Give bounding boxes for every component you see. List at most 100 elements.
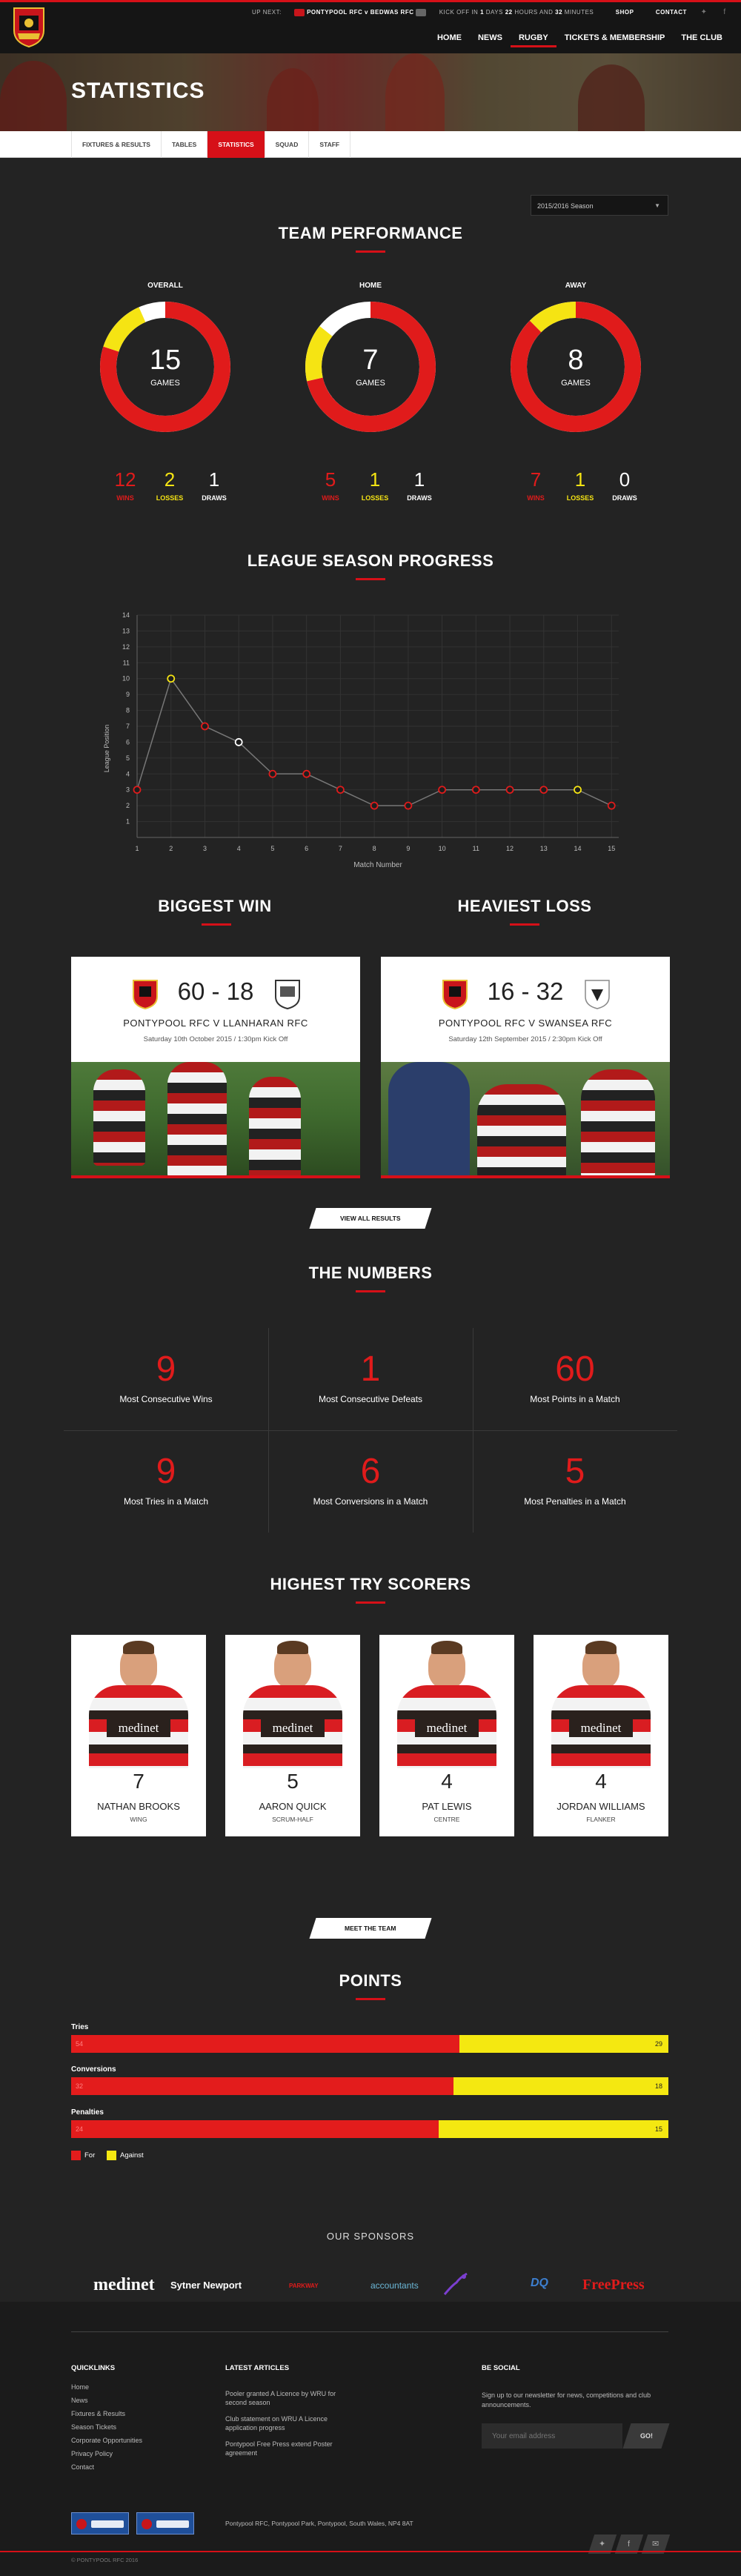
newsletter-go-button[interactable]: GO! bbox=[622, 2423, 670, 2449]
wru-badge-2 bbox=[136, 2512, 194, 2534]
draws-stat: 1 DRAWS bbox=[193, 468, 235, 502]
donut-label: OVERALL bbox=[147, 282, 183, 290]
data-point[interactable] bbox=[505, 786, 514, 794]
swansea-crest-icon bbox=[585, 980, 610, 1009]
player-position: WING bbox=[130, 1816, 147, 1823]
nav-tickets-membership[interactable]: TICKETS & MEMBERSHIP bbox=[556, 30, 674, 47]
quicklink[interactable]: Fixtures & Results bbox=[71, 2407, 125, 2420]
data-point[interactable] bbox=[201, 722, 209, 731]
try-scorers-title: HIGHEST TRY SCORERS bbox=[270, 1575, 471, 1593]
tab-tables[interactable]: TABLES bbox=[162, 131, 208, 158]
data-point[interactable] bbox=[167, 674, 176, 683]
data-point[interactable] bbox=[471, 786, 480, 794]
quicklink[interactable]: Corporate Opportunities bbox=[71, 2434, 142, 2447]
player-card[interactable]: medinet 4 JORDAN WILLIAMS FLANKER bbox=[534, 1635, 668, 1836]
chevron-down-icon: ▼ bbox=[654, 202, 660, 209]
player-name: PAT LEWIS bbox=[422, 1801, 472, 1812]
sponsor-dq[interactable]: DQ bbox=[531, 2277, 548, 2290]
article-link[interactable]: Club statement on WRU A Licence applicat… bbox=[225, 2414, 344, 2432]
x-tick-label: 2 bbox=[169, 845, 173, 852]
sponsor-accountants[interactable]: accountants bbox=[370, 2280, 419, 2291]
newsletter-text: Sign up to our newsletter for news, comp… bbox=[482, 2391, 651, 2409]
data-point[interactable] bbox=[336, 786, 345, 794]
player-tries: 5 bbox=[287, 1770, 299, 1793]
data-point[interactable] bbox=[370, 801, 379, 810]
season-select[interactable]: 2015/2016 Season ▼ bbox=[531, 195, 668, 216]
sponsor-athlete-logo[interactable] bbox=[442, 2272, 471, 2297]
x-tick-label: 6 bbox=[305, 845, 308, 852]
heaviest-loss-card[interactable]: 16 - 32 PONTYPOOL RFC v SWANSEA RFC Satu… bbox=[381, 957, 670, 1178]
view-all-results-button[interactable]: VIEW ALL RESULTS bbox=[309, 1208, 432, 1229]
title-underline bbox=[356, 250, 385, 253]
wins-label: WINS bbox=[116, 494, 134, 502]
newsletter-email-input[interactable] bbox=[482, 2423, 622, 2449]
win-score: 60 - 18 bbox=[177, 977, 254, 1005]
losses-value: 1 bbox=[574, 468, 586, 491]
x-tick-label: 12 bbox=[506, 845, 514, 852]
nav-home[interactable]: HOME bbox=[429, 30, 470, 47]
nav-rugby[interactable]: RUGBY bbox=[510, 30, 556, 47]
nav-news[interactable]: NEWS bbox=[470, 30, 511, 47]
player-card[interactable]: medinet 4 PAT LEWIS CENTRE bbox=[379, 1635, 514, 1836]
article-link[interactable]: Pontypool Free Press extend Poster agree… bbox=[225, 2440, 344, 2457]
player-card[interactable]: medinet 5 AARON QUICK SCRUM-HALF bbox=[225, 1635, 360, 1836]
stat-value: 9 bbox=[156, 1452, 176, 1491]
facebook-icon[interactable]: f bbox=[723, 8, 732, 16]
stat-value: 6 bbox=[360, 1452, 381, 1491]
quicklink[interactable]: Privacy Policy bbox=[71, 2447, 113, 2460]
data-point[interactable] bbox=[133, 786, 142, 794]
points-bar: 54 29 bbox=[71, 2035, 668, 2053]
tab-squad[interactable]: SQUAD bbox=[265, 131, 310, 158]
nav-the-club[interactable]: THE CLUB bbox=[673, 30, 731, 47]
data-point[interactable] bbox=[404, 801, 413, 810]
tab-fixtures-results[interactable]: FIXTURES & RESULTS bbox=[71, 131, 162, 158]
points-row-label: Tries bbox=[71, 2023, 89, 2031]
tab-statistics[interactable]: STATISTICS bbox=[207, 131, 265, 158]
x-tick-label: 9 bbox=[406, 845, 410, 852]
y-tick-label: 3 bbox=[126, 786, 130, 794]
meet-the-team-button[interactable]: MEET THE TEAM bbox=[309, 1918, 432, 1939]
stat-cell: 5 Most Penalties in a Match bbox=[473, 1432, 677, 1533]
sponsor-parkway[interactable]: PARKWAY bbox=[289, 2283, 319, 2289]
next-fixture-bar: UP NEXT: PONTYPOOL RFC v BEDWAS RFC KICK… bbox=[252, 8, 741, 16]
legend-against-label: Against bbox=[120, 2151, 144, 2160]
data-point[interactable] bbox=[268, 769, 277, 778]
shirt-sponsor-text: medinet bbox=[569, 1719, 633, 1737]
x-tick-label: 1 bbox=[135, 845, 139, 852]
next-fixture-label[interactable]: PONTYPOOL RFC v BEDWAS RFC bbox=[307, 9, 413, 16]
quicklink[interactable]: Season Tickets bbox=[71, 2420, 116, 2434]
hero-banner: STATISTICS bbox=[0, 53, 741, 131]
club-crest-logo[interactable] bbox=[10, 5, 47, 48]
sponsor-medinet[interactable]: medinet bbox=[93, 2275, 155, 2295]
quicklink[interactable]: Contact bbox=[71, 2460, 94, 2474]
quicklink[interactable]: Home bbox=[71, 2380, 89, 2394]
data-point[interactable] bbox=[607, 801, 616, 810]
quicklink[interactable]: News bbox=[71, 2394, 88, 2407]
site-header: UP NEXT: PONTYPOOL RFC v BEDWAS RFC KICK… bbox=[0, 0, 741, 53]
twitter-icon[interactable]: ✦ bbox=[701, 8, 710, 16]
data-point[interactable] bbox=[302, 769, 311, 778]
games-label: GAMES bbox=[561, 379, 591, 388]
stat-value: 5 bbox=[565, 1452, 585, 1491]
stat-cell: 9 Most Consecutive Wins bbox=[64, 1330, 268, 1430]
losses-value: 2 bbox=[164, 468, 176, 491]
draws-stat: 1 DRAWS bbox=[399, 468, 440, 502]
card-accent-line bbox=[381, 1175, 670, 1178]
shop-link[interactable]: SHOP bbox=[616, 9, 634, 16]
tab-staff[interactable]: STAFF bbox=[309, 131, 351, 158]
wins-stat: 5 WINS bbox=[310, 468, 351, 502]
sponsor-free-press[interactable]: FreePress bbox=[582, 2277, 645, 2294]
biggest-win-card[interactable]: 60 - 18 PONTYPOOL RFC v LLANHARAN RFC Sa… bbox=[71, 957, 360, 1178]
data-point[interactable] bbox=[234, 738, 243, 746]
main-navigation: HOME NEWS RUGBY TICKETS & MEMBERSHIP THE… bbox=[429, 30, 731, 47]
player-card[interactable]: medinet 7 NATHAN BROOKS WING bbox=[71, 1635, 206, 1836]
player-tries: 7 bbox=[133, 1770, 144, 1793]
data-point[interactable] bbox=[539, 786, 548, 794]
stat-cell: 60 Most Points in a Match bbox=[473, 1330, 677, 1430]
stat-label: Most Tries in a Match bbox=[123, 1496, 209, 1507]
data-point[interactable] bbox=[574, 786, 582, 794]
contact-link[interactable]: CONTACT bbox=[656, 9, 687, 16]
data-point[interactable] bbox=[438, 786, 446, 794]
article-link[interactable]: Pooler granted A Licence by WRU for seco… bbox=[225, 2389, 344, 2407]
sponsor-sytner[interactable]: Sytner Newport bbox=[170, 2280, 242, 2291]
